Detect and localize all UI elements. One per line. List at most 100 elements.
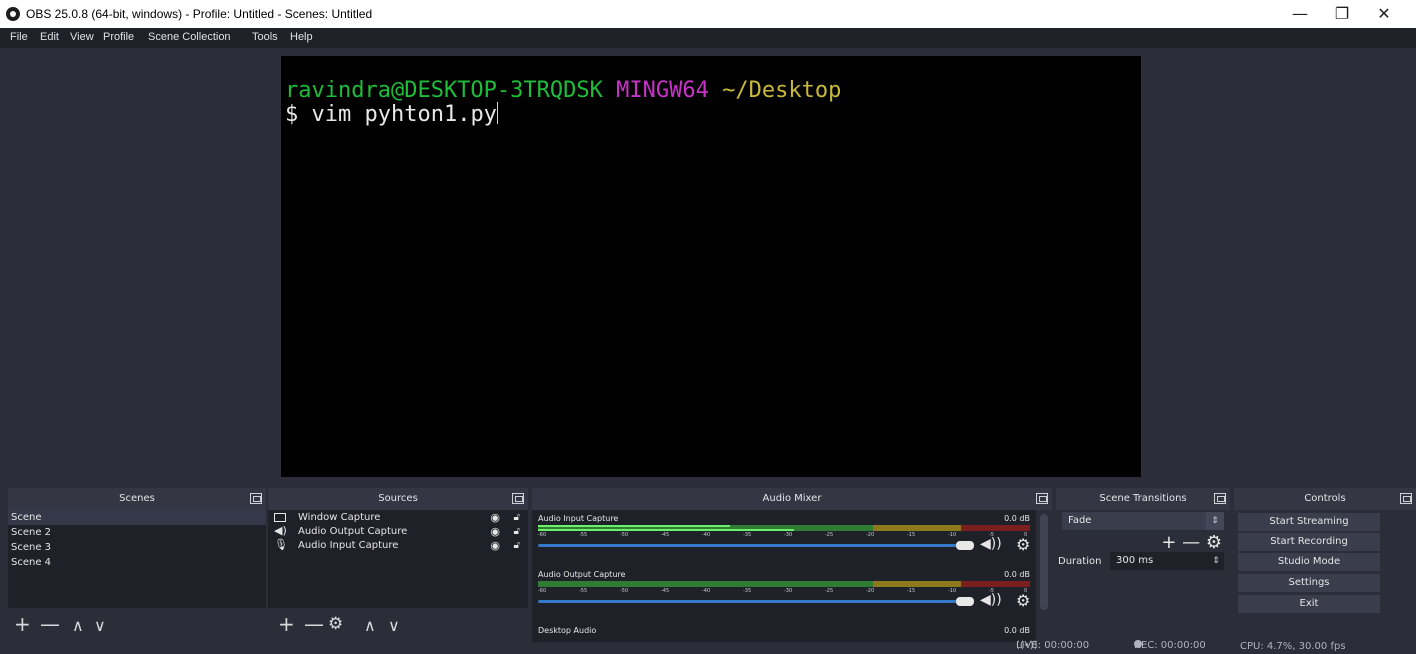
- mixer-body: Audio Input Capture 0.0 dB -60 -55 -50 -45 -…: [532, 510, 1036, 642]
- volume-meter: [538, 581, 1030, 587]
- tick-label: -50: [620, 532, 629, 538]
- menu-edit[interactable]: Edit: [40, 31, 59, 43]
- volume-meter: [538, 525, 1030, 531]
- tick-label: -45: [661, 532, 670, 538]
- obs-logo-icon: [6, 7, 20, 21]
- menu-view[interactable]: View: [70, 31, 94, 43]
- settings-button[interactable]: Settings: [1238, 574, 1380, 592]
- move-scene-up-button[interactable]: ∧: [72, 616, 84, 636]
- status-bar: ((•)) LIVE: 00:00:00 REC: 00:00:00 CPU: …: [0, 640, 1416, 654]
- channel-db: 0.0 dB: [1004, 570, 1030, 579]
- meter-segment: [961, 581, 1030, 587]
- controls-title: Controls: [1304, 493, 1346, 504]
- visibility-eye-icon[interactable]: ◉: [490, 510, 500, 525]
- volume-fader-knob[interactable]: [956, 541, 974, 550]
- menu-tools[interactable]: Tools: [252, 31, 278, 43]
- minimize-button[interactable]: —: [1280, 4, 1320, 24]
- window-title: OBS 25.0.8 (64-bit, windows) - Profile: …: [26, 7, 373, 21]
- remove-source-button[interactable]: —: [304, 614, 324, 634]
- move-source-down-button[interactable]: ∨: [388, 616, 400, 636]
- source-item[interactable]: 🎙︎ Audio Input Capture ◉ 🔓︎: [268, 538, 528, 553]
- channel-db: 0.0 dB: [1004, 514, 1030, 523]
- tick-label: -10: [948, 588, 957, 594]
- scene-item[interactable]: Scene: [8, 510, 266, 525]
- menu-bar: File Edit View Profile Scene Collection …: [0, 28, 1416, 48]
- source-settings-button[interactable]: ⚙: [328, 614, 343, 634]
- menu-scene-collection[interactable]: Scene Collection: [148, 31, 231, 43]
- start-recording-button[interactable]: Start Recording: [1238, 533, 1380, 551]
- tick-label: -45: [661, 588, 670, 594]
- meter-level: [538, 529, 794, 531]
- duration-label: Duration: [1058, 556, 1102, 567]
- sources-header: Sources: [268, 488, 528, 510]
- mixer-scrollbar[interactable]: [1040, 514, 1048, 610]
- meter-segment: [961, 525, 1030, 531]
- tick-label: -20: [866, 588, 875, 594]
- dock-float-icon[interactable]: [1400, 493, 1412, 504]
- start-streaming-button[interactable]: Start Streaming: [1238, 513, 1380, 531]
- mixer-channel: Audio Input Capture 0.0 dB -60 -55 -50 -45 -…: [536, 514, 1032, 566]
- cpu-status: CPU: 4.7%, 30.00 fps: [1240, 641, 1346, 652]
- move-source-up-button[interactable]: ∧: [364, 616, 376, 636]
- lock-icon[interactable]: 🔓︎: [514, 538, 520, 553]
- studio-mode-button[interactable]: Studio Mode: [1238, 553, 1380, 571]
- duration-value: 300 ms: [1116, 555, 1154, 566]
- speaker-icon[interactable]: ◀)): [980, 536, 1002, 552]
- sources-list: Window Capture ◉ 🔓︎ ◀) Audio Output Capt…: [268, 510, 528, 608]
- transition-select[interactable]: Fade ⇕: [1062, 512, 1224, 530]
- meter-segment: [872, 525, 962, 531]
- menu-profile[interactable]: Profile: [103, 31, 134, 43]
- tick-label: -55: [579, 532, 588, 538]
- volume-fader[interactable]: [538, 544, 958, 547]
- visibility-eye-icon[interactable]: ◉: [490, 538, 500, 553]
- controls-dock: Controls Start Streaming Start Recording…: [1234, 488, 1416, 642]
- source-item[interactable]: Window Capture ◉ 🔓︎: [268, 510, 528, 525]
- volume-fader[interactable]: [538, 600, 958, 603]
- exit-button[interactable]: Exit: [1238, 595, 1380, 613]
- scene-item[interactable]: Scene 3: [8, 540, 266, 555]
- tick-label: -25: [825, 588, 834, 594]
- move-scene-down-button[interactable]: ∨: [94, 616, 106, 636]
- speaker-icon: ◀): [274, 524, 287, 537]
- tick-label: -60: [538, 532, 547, 538]
- lock-icon[interactable]: 🔓︎: [514, 524, 520, 539]
- menu-file[interactable]: File: [10, 31, 28, 43]
- gear-icon[interactable]: ⚙: [1016, 535, 1030, 554]
- speaker-icon[interactable]: ◀)): [980, 592, 1002, 608]
- scene-transitions-dock: Scene Transitions Fade ⇕ + — ⚙ Duration …: [1056, 488, 1230, 642]
- dock-float-icon[interactable]: [1036, 493, 1048, 504]
- terminal-env: MINGW64: [616, 78, 709, 103]
- chevron-updown-icon[interactable]: ⇕: [1208, 552, 1224, 570]
- terminal-command: vim pyhton1.py: [311, 102, 497, 127]
- remove-scene-button[interactable]: —: [40, 614, 60, 634]
- dock-float-icon[interactable]: [512, 493, 524, 504]
- tick-label: -40: [702, 588, 711, 594]
- dock-float-icon[interactable]: [250, 493, 262, 504]
- gear-icon[interactable]: ⚙: [1016, 591, 1030, 610]
- audio-mixer-title: Audio Mixer: [762, 493, 822, 504]
- scenes-toolbar: + — ∧ ∨: [8, 608, 266, 642]
- scene-transitions-header: Scene Transitions: [1056, 488, 1230, 510]
- source-item[interactable]: ◀) Audio Output Capture ◉ 🔓︎: [268, 524, 528, 539]
- channel-name: Desktop Audio: [538, 626, 597, 635]
- scene-item[interactable]: Scene 2: [8, 525, 266, 540]
- terminal-preview: ravindra@DESKTOP-3TRQDSK MINGW64 ~/Deskt…: [281, 56, 1141, 477]
- add-source-button[interactable]: +: [278, 614, 295, 634]
- transition-tools[interactable]: + — ⚙: [1161, 532, 1222, 553]
- restore-button[interactable]: ❐: [1322, 4, 1362, 24]
- mixer-channel: Audio Output Capture 0.0 dB -60 -55 -50 -45…: [536, 570, 1032, 622]
- close-button[interactable]: ✕: [1364, 4, 1404, 24]
- menu-help[interactable]: Help: [290, 31, 313, 43]
- lock-icon[interactable]: 🔓︎: [514, 510, 520, 525]
- terminal-path: ~/Desktop: [722, 78, 842, 103]
- meter-segment: [872, 581, 962, 587]
- add-scene-button[interactable]: +: [14, 614, 31, 634]
- scene-item[interactable]: Scene 4: [8, 555, 266, 570]
- meter-level: [538, 525, 730, 527]
- volume-fader-knob[interactable]: [956, 597, 974, 606]
- audio-mixer-header: Audio Mixer: [532, 488, 1052, 510]
- dock-float-icon[interactable]: [1214, 493, 1226, 504]
- channel-name: Audio Output Capture: [538, 570, 626, 579]
- duration-spinbox[interactable]: 300 ms ⇕: [1110, 552, 1224, 570]
- visibility-eye-icon[interactable]: ◉: [490, 524, 500, 539]
